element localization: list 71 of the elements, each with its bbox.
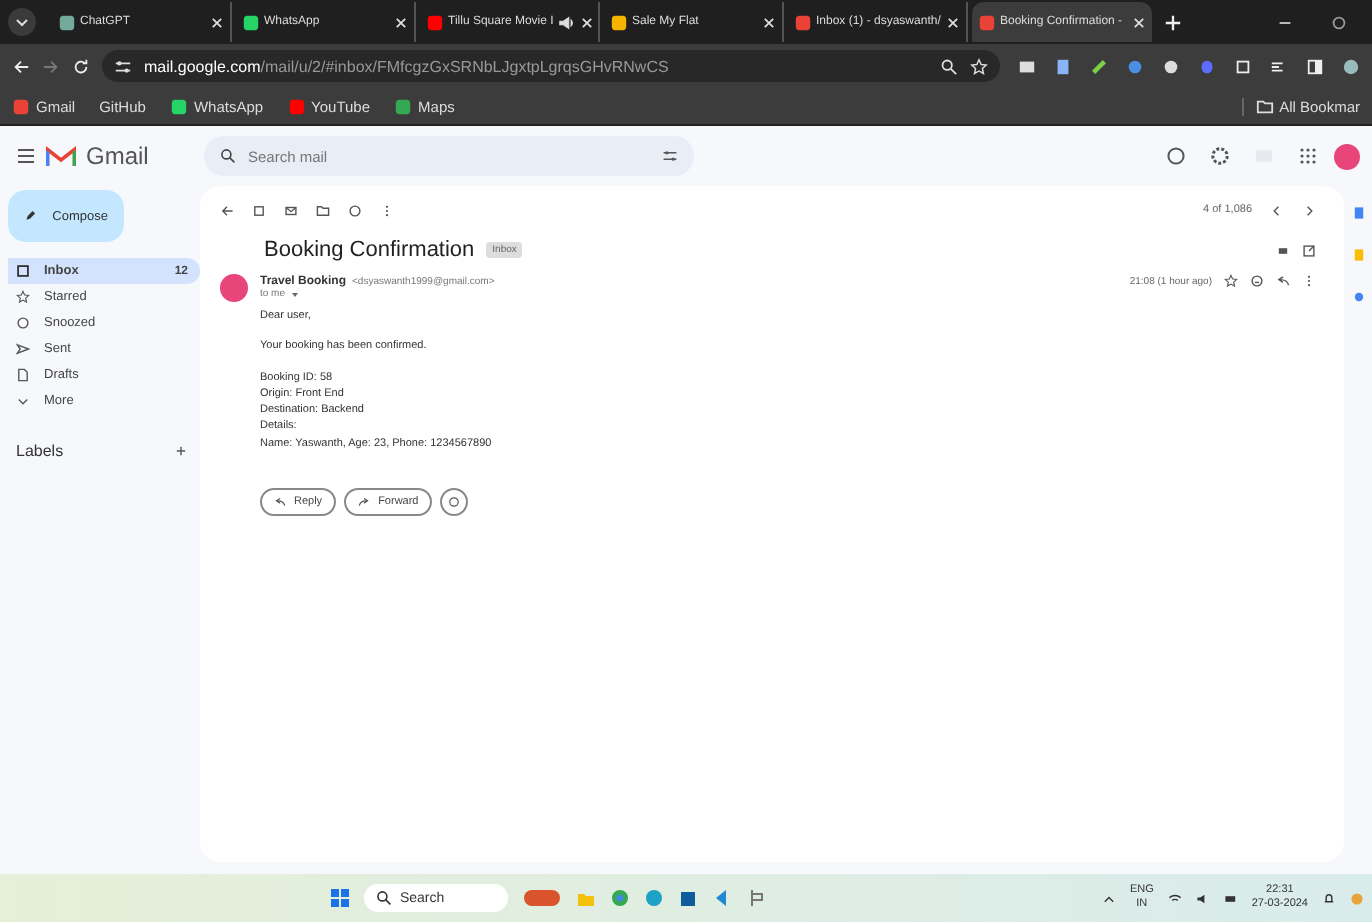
- favicon-icon: [978, 13, 996, 31]
- sender-avatar: [220, 274, 248, 302]
- add-label-icon[interactable]: [174, 444, 188, 458]
- favicon-icon: [426, 13, 444, 31]
- forward-icon[interactable]: [42, 57, 60, 75]
- side-panel-icon[interactable]: [1306, 57, 1324, 75]
- favicon-icon: [394, 97, 413, 115]
- favicon-icon: [794, 13, 812, 31]
- windows-start-icon[interactable]: [329, 888, 350, 908]
- address-bar[interactable]: mail.google.com/mail/u/2/#inbox/FMfcgzGxSRNbLJgxtpLgrqsGHvRNwCS: [102, 50, 1000, 82]
- reply-icon[interactable]: [1276, 274, 1290, 288]
- chevron-up-icon[interactable]: [1101, 891, 1116, 905]
- open-in-new-window-icon[interactable]: [1302, 243, 1316, 257]
- email-subject: Booking Confirmation: [264, 238, 475, 262]
- more-icon[interactable]: [380, 203, 394, 217]
- folder-icon: [1255, 97, 1274, 115]
- gmail-logo-text: Gmail: [86, 142, 149, 170]
- star-icon[interactable]: [1224, 274, 1238, 288]
- draft-icon: [16, 368, 30, 382]
- menu-icon[interactable]: [16, 146, 36, 166]
- search-icon: [375, 890, 392, 906]
- favicon-icon: [610, 13, 628, 31]
- reading-list-icon[interactable]: [1270, 57, 1288, 75]
- caret-icon[interactable]: [289, 289, 300, 299]
- filter-icon[interactable]: [662, 148, 678, 164]
- favicon-icon: [242, 13, 260, 31]
- reply-icon: [274, 495, 286, 508]
- close-icon[interactable]: [946, 15, 960, 29]
- avatar-icon[interactable]: [1334, 143, 1360, 169]
- next-icon[interactable]: [1302, 203, 1316, 217]
- pencil-icon: [24, 208, 37, 224]
- apps-icon[interactable]: [1298, 146, 1318, 166]
- mail-icon[interactable]: [284, 203, 298, 217]
- labels-heading: Labels: [16, 442, 64, 460]
- app-icon[interactable]: [745, 888, 766, 908]
- favicon-icon: [58, 13, 76, 31]
- close-icon[interactable]: [762, 15, 776, 29]
- archive-icon[interactable]: [252, 203, 266, 217]
- close-icon[interactable]: [394, 15, 408, 29]
- search-icon[interactable]: [220, 148, 236, 164]
- profile-avatar-icon[interactable]: [1342, 57, 1360, 75]
- new-tab-icon[interactable]: [1164, 13, 1182, 31]
- sent-icon: [16, 342, 30, 356]
- folder-icon[interactable]: [316, 203, 330, 217]
- more-icon: [16, 394, 30, 408]
- favicon-icon: [169, 97, 188, 115]
- favicon-icon: [12, 97, 30, 115]
- wifi-icon[interactable]: [1167, 891, 1182, 905]
- settings-icon[interactable]: [1210, 146, 1230, 166]
- emoji-button[interactable]: [440, 487, 469, 516]
- url-text: mail.google.com/mail/u/2/#inbox/FMfcgzGxSRNbLJgxtpLgrqsGHvRNwCS: [144, 57, 669, 75]
- volume-icon[interactable]: [1195, 891, 1210, 905]
- gmail-logo-icon: [46, 145, 76, 167]
- site-settings-icon[interactable]: [114, 57, 132, 75]
- favicon-icon: [287, 97, 306, 115]
- close-icon[interactable]: [210, 15, 224, 29]
- previous-icon[interactable]: [1270, 203, 1284, 217]
- back-icon[interactable]: [220, 203, 234, 217]
- extensions-puzzle-icon[interactable]: [1234, 57, 1252, 75]
- close-icon[interactable]: [579, 15, 594, 29]
- forward-icon: [358, 495, 371, 508]
- more-icon[interactable]: [1302, 274, 1316, 288]
- close-icon[interactable]: [1132, 15, 1146, 29]
- reload-icon[interactable]: [72, 57, 90, 75]
- tab-search-button[interactable]: [8, 8, 36, 36]
- inbox-icon: [16, 264, 30, 278]
- notification-bell-icon[interactable]: [1322, 891, 1336, 905]
- widget-icon[interactable]: [521, 888, 562, 908]
- star-icon: [16, 290, 30, 304]
- restore-icon[interactable]: [1330, 13, 1348, 31]
- zoom-icon[interactable]: [940, 57, 958, 75]
